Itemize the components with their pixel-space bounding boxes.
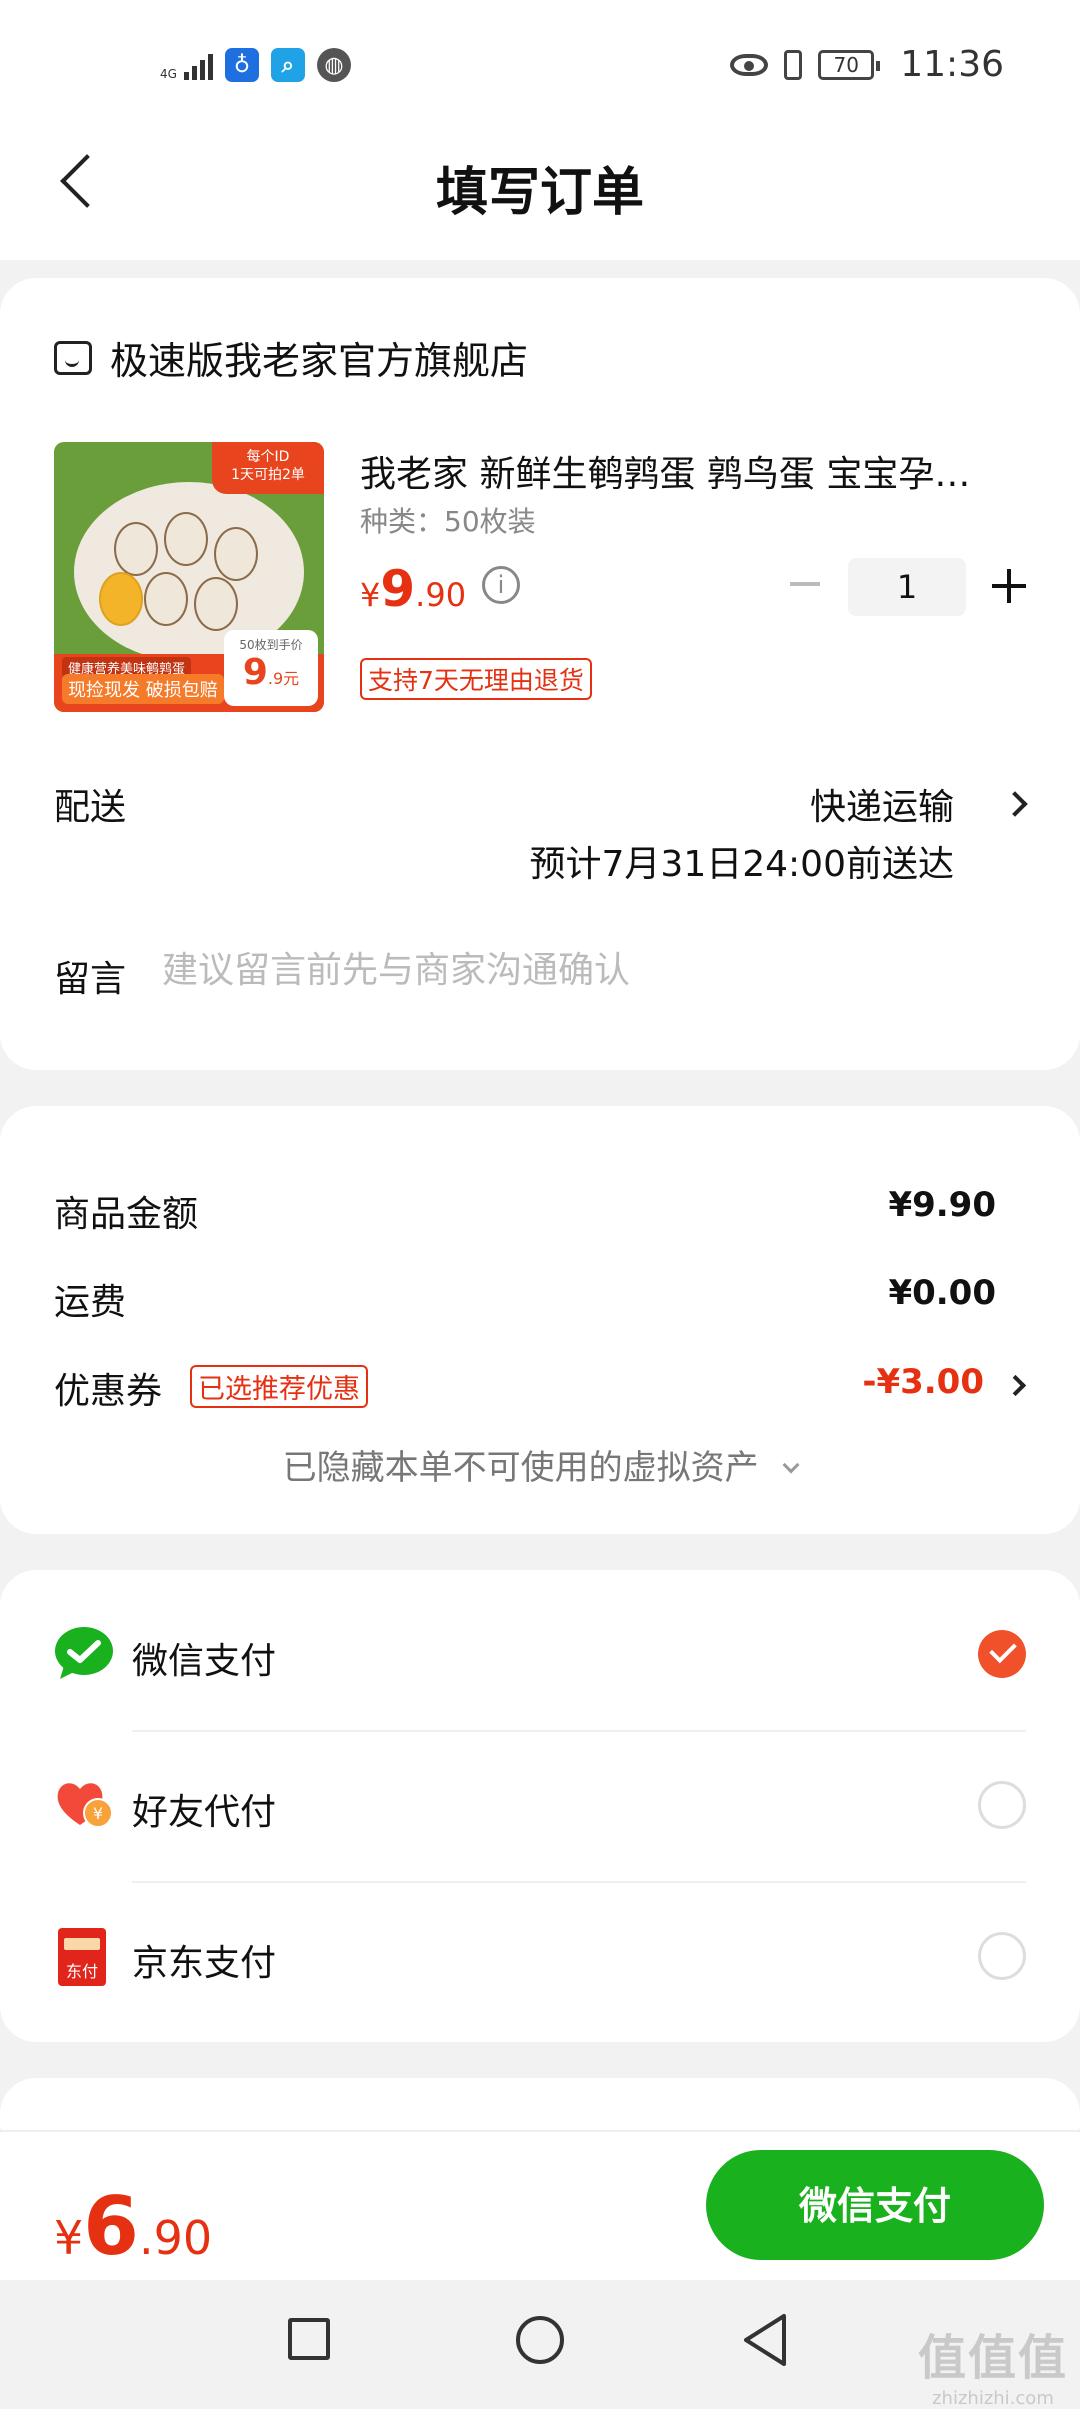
pill-price-dec: .9元 <box>267 669 300 688</box>
jd-pay-icon: 东付 <box>58 1928 106 1986</box>
selected-check-icon[interactable] <box>978 1630 1026 1678</box>
delivery-method[interactable]: 快递运输 <box>810 778 954 830</box>
quantity-field[interactable]: 1 <box>848 558 966 616</box>
eye-comfort-icon <box>730 53 769 76</box>
total-price: ¥ 6 .90 <box>54 2180 212 2273</box>
radio-unselected[interactable] <box>978 1781 1026 1829</box>
back-nav-button[interactable] <box>740 2312 790 2368</box>
chevron-down-icon <box>782 1456 800 1474</box>
coupon-label[interactable]: 优惠券 <box>54 1362 162 1414</box>
limit-tag: 每个ID 1天可拍2单 <box>212 442 324 494</box>
clock: 11:36 <box>900 44 1004 85</box>
yolk-graphic <box>99 572 143 626</box>
payment-option-jd[interactable]: 东付 京东支付 <box>0 1882 1080 2032</box>
status-right: 70 11:36 <box>730 44 1004 85</box>
wechat-pay-icon <box>55 1627 113 1679</box>
payment-option-wechat[interactable]: 微信支付 <box>0 1580 1080 1730</box>
egg-graphic <box>194 577 238 631</box>
price-currency: ¥ <box>360 576 381 614</box>
increase-quantity-button[interactable] <box>992 569 1026 603</box>
friend-pay-icon: ¥ <box>57 1783 113 1828</box>
return-policy-badge: 支持7天无理由退货 <box>360 658 592 700</box>
globe-app-icon: ◍ <box>316 48 351 82</box>
jd-card-stripe <box>64 1938 100 1950</box>
total-int: 6 <box>83 2180 139 2273</box>
battery-level: 70 <box>833 52 859 77</box>
signal-icon: 4G <box>160 50 213 80</box>
store-name: 极速版我老家官方旗舰店 <box>110 339 529 383</box>
message-input[interactable] <box>162 950 1022 991</box>
goods-amount-label: 商品金额 <box>54 1194 199 1235</box>
product-price: ¥ 9 .90 <box>360 560 466 618</box>
delivery-label: 配送 <box>54 787 127 828</box>
price-dec: .90 <box>415 576 467 614</box>
payment-option-friend[interactable]: ¥ 好友代付 <box>0 1731 1080 1881</box>
shipping-value: ¥0.00 <box>888 1273 996 1313</box>
home-button[interactable] <box>516 2316 564 2364</box>
egg-graphic <box>164 512 208 566</box>
promo-line2: 现捡现发 破损包赔 <box>62 674 224 704</box>
jd-icon-text: 东付 <box>65 1962 98 1981</box>
vibrate-icon <box>784 49 803 80</box>
search-app-icon: ⌕ <box>270 48 305 82</box>
decrease-quantity-button[interactable] <box>790 582 820 586</box>
goods-amount-value: ¥9.90 <box>888 1185 996 1225</box>
watermark-text: 值值值 <box>917 2330 1068 2386</box>
svg-text:¥: ¥ <box>93 1804 103 1823</box>
price-pill: 50枚到手价 9.9元 <box>224 630 318 706</box>
egg-graphic <box>114 522 158 576</box>
price-int: 9 <box>380 560 416 618</box>
watermark: 值值值 zhizhizhi.com <box>918 2318 1068 2409</box>
store-icon <box>54 340 92 375</box>
watermark-url: zhizhizhi.com <box>932 2388 1054 2409</box>
status-left: 4G ♁ ⌕ ◍ <box>160 48 351 82</box>
product-title[interactable]: 我老家 新鲜生鹌鹑蛋 鹑鸟蛋 宝宝孕… <box>360 445 1020 497</box>
coupon-tag: 已选推荐优惠 <box>190 1365 368 1408</box>
network-type: 4G <box>160 67 177 81</box>
radio-unselected[interactable] <box>978 1932 1026 1980</box>
limit-tag-line2: 1天可拍2单 <box>231 467 305 483</box>
info-icon[interactable]: i <box>482 566 520 604</box>
status-bar: 4G ♁ ⌕ ◍ 70 11:36 <box>0 0 1080 130</box>
hidden-assets-text: 已隐藏本单不可使用的虚拟资产 <box>282 1448 759 1488</box>
pill-label: 50枚到手价 <box>239 638 303 652</box>
page-title: 填写订单 <box>435 163 644 223</box>
store-row[interactable]: 极速版我老家官方旗舰店 <box>54 330 528 385</box>
coupon-value[interactable]: -¥3.00 <box>862 1362 984 1402</box>
payment-label: 好友代付 <box>132 1792 277 1833</box>
total-currency: ¥ <box>54 2211 84 2265</box>
product-image[interactable]: 每个ID 1天可拍2单 健康营养美味鹌鹑蛋 现捡现发 破损包赔 50枚到手价 9… <box>54 442 324 712</box>
recent-apps-button[interactable] <box>288 2318 330 2360</box>
product-spec: 种类：50枚装 <box>360 505 536 538</box>
wechat-pay-button[interactable]: 微信支付 <box>706 2150 1044 2260</box>
pill-price: 9 <box>242 652 268 693</box>
payment-label: 微信支付 <box>132 1641 277 1682</box>
message-label: 留言 <box>54 959 127 1000</box>
egg-graphic <box>214 527 258 581</box>
battery-icon: 70 <box>818 49 881 80</box>
shipping-label: 运费 <box>54 1282 127 1323</box>
egg-graphic <box>144 572 188 626</box>
hidden-assets-toggle[interactable]: 已隐藏本单不可使用的虚拟资产 <box>0 1440 1080 1489</box>
payment-label: 京东支付 <box>132 1943 277 1984</box>
delivery-eta: 预计7月31日24:00前送达 <box>529 844 954 885</box>
lightbulb-app-icon: ♁ <box>224 48 259 82</box>
total-dec: .90 <box>138 2211 213 2265</box>
limit-tag-line1: 每个ID <box>246 449 290 465</box>
